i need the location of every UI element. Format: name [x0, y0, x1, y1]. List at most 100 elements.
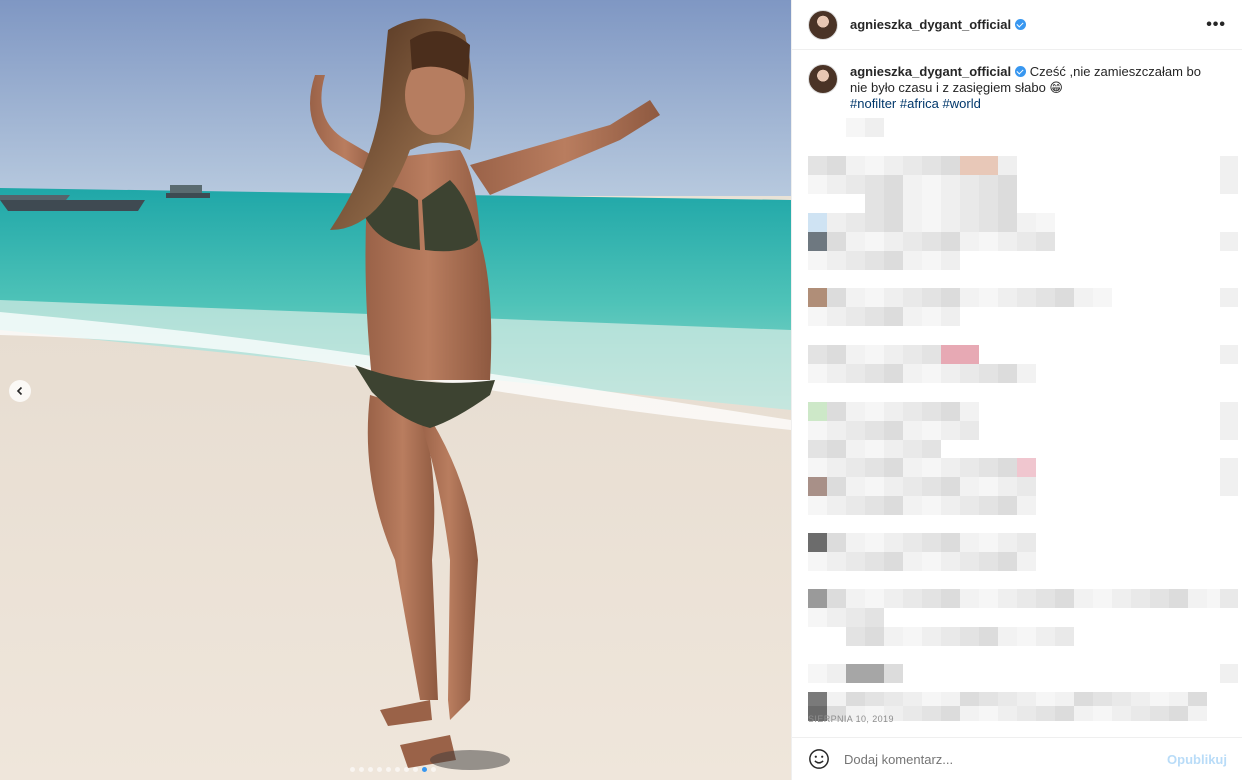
pixel-block [1055, 288, 1074, 307]
pixel-block [865, 156, 884, 175]
pixel-block [1055, 692, 1074, 706]
pixel-block [1017, 692, 1036, 706]
pixel-block [903, 496, 922, 515]
pixel-block [846, 402, 865, 421]
hashtag-link[interactable]: #africa [900, 96, 939, 111]
pixel-block [884, 692, 903, 706]
pixel-block [941, 156, 960, 175]
pixel-block [865, 477, 884, 496]
pixel-block [903, 477, 922, 496]
pixel-block [865, 402, 884, 421]
pixel-block [884, 664, 903, 683]
pixel-block [827, 156, 846, 175]
pixel-block [865, 194, 884, 213]
pixel-block [884, 213, 903, 232]
pixel-block [884, 627, 903, 646]
pixel-block [979, 477, 998, 496]
avatar[interactable] [808, 9, 838, 40]
pixel-block [998, 458, 1017, 477]
pixel-block [884, 440, 903, 459]
pixel-block [827, 440, 846, 459]
beach-photo-image [0, 0, 791, 780]
pixel-block [865, 288, 884, 307]
pixel-block [846, 307, 865, 326]
pixel-block [865, 627, 884, 646]
pixel-block [846, 627, 865, 646]
pixel-block [1150, 692, 1169, 706]
pixel-block [903, 458, 922, 477]
hashtag-link[interactable]: #world [943, 96, 981, 111]
hashtag-link[interactable]: #nofilter [850, 96, 896, 111]
pixel-block [1017, 364, 1036, 383]
pixel-block [960, 364, 979, 383]
pixel-block [903, 402, 922, 421]
previous-photo-button[interactable] [9, 380, 31, 402]
pixel-block [884, 175, 903, 194]
avatar[interactable] [808, 64, 838, 94]
pixel-block [1220, 232, 1238, 251]
pixel-block [884, 458, 903, 477]
carousel-dot [350, 767, 355, 772]
pixel-block [1017, 288, 1036, 307]
pixel-block [1036, 627, 1055, 646]
pixel-block [808, 421, 827, 440]
pixel-block [846, 251, 865, 270]
pixel-block [941, 692, 960, 706]
username-link[interactable]: agnieszka_dygant_official [850, 17, 1027, 32]
pixel-block [922, 307, 941, 326]
pixel-block [808, 589, 827, 608]
post-sidebar: agnieszka_dygant_official ••• agnieszka_… [791, 0, 1242, 780]
pixel-block [960, 402, 979, 421]
pixel-block [865, 232, 884, 251]
pixel-block [865, 608, 884, 627]
pixel-block [808, 458, 827, 477]
carousel-dot [395, 767, 400, 772]
pixel-block [884, 194, 903, 213]
pixel-block [827, 421, 846, 440]
pixelated-likes-line [808, 692, 1218, 706]
carousel-dots [350, 767, 436, 772]
pixel-block [979, 458, 998, 477]
pixel-block [998, 627, 1017, 646]
post-photo[interactable] [0, 0, 791, 780]
pixel-block [1093, 692, 1112, 706]
pixel-block [941, 364, 960, 383]
pixel-block [846, 533, 865, 552]
pixel-block [1017, 496, 1036, 515]
pixel-block [884, 364, 903, 383]
comment-input[interactable] [844, 751, 1168, 767]
pixel-block [1055, 627, 1074, 646]
pixel-block [846, 496, 865, 515]
pixel-block [903, 251, 922, 270]
pixel-block [979, 627, 998, 646]
caption: agnieszka_dygant_official Cześć ,nie zam… [792, 50, 1242, 112]
carousel-dot [359, 767, 364, 772]
pixel-block [903, 288, 922, 307]
pixel-block [903, 627, 922, 646]
pixel-block [808, 232, 827, 251]
pixel-block [1017, 477, 1036, 496]
publish-button[interactable]: Opublikuj [1167, 752, 1227, 767]
pixel-block [884, 477, 903, 496]
pixel-block [846, 175, 865, 194]
pixel-block [884, 589, 903, 608]
pixel-block [1220, 421, 1238, 440]
caption-username[interactable]: agnieszka_dygant_official [850, 64, 1011, 79]
pixel-block [865, 364, 884, 383]
pixel-block [884, 288, 903, 307]
username-label: agnieszka_dygant_official [850, 17, 1012, 32]
pixelated-comments [792, 112, 1242, 780]
pixel-block [827, 496, 846, 515]
caption-text: agnieszka_dygant_official Cześć ,nie zam… [850, 64, 1210, 112]
pixel-block [827, 307, 846, 326]
post-date[interactable]: SIERPNIA 10, 2019 [808, 714, 894, 724]
smile-icon[interactable] [808, 748, 830, 770]
more-options-icon[interactable]: ••• [1206, 16, 1226, 34]
pixel-block [941, 496, 960, 515]
pixel-block [827, 552, 846, 571]
pixel-block [884, 496, 903, 515]
pixel-block [808, 552, 827, 571]
pixel-block [903, 175, 922, 194]
pixel-block [922, 440, 941, 459]
pixel-block [1220, 288, 1238, 307]
